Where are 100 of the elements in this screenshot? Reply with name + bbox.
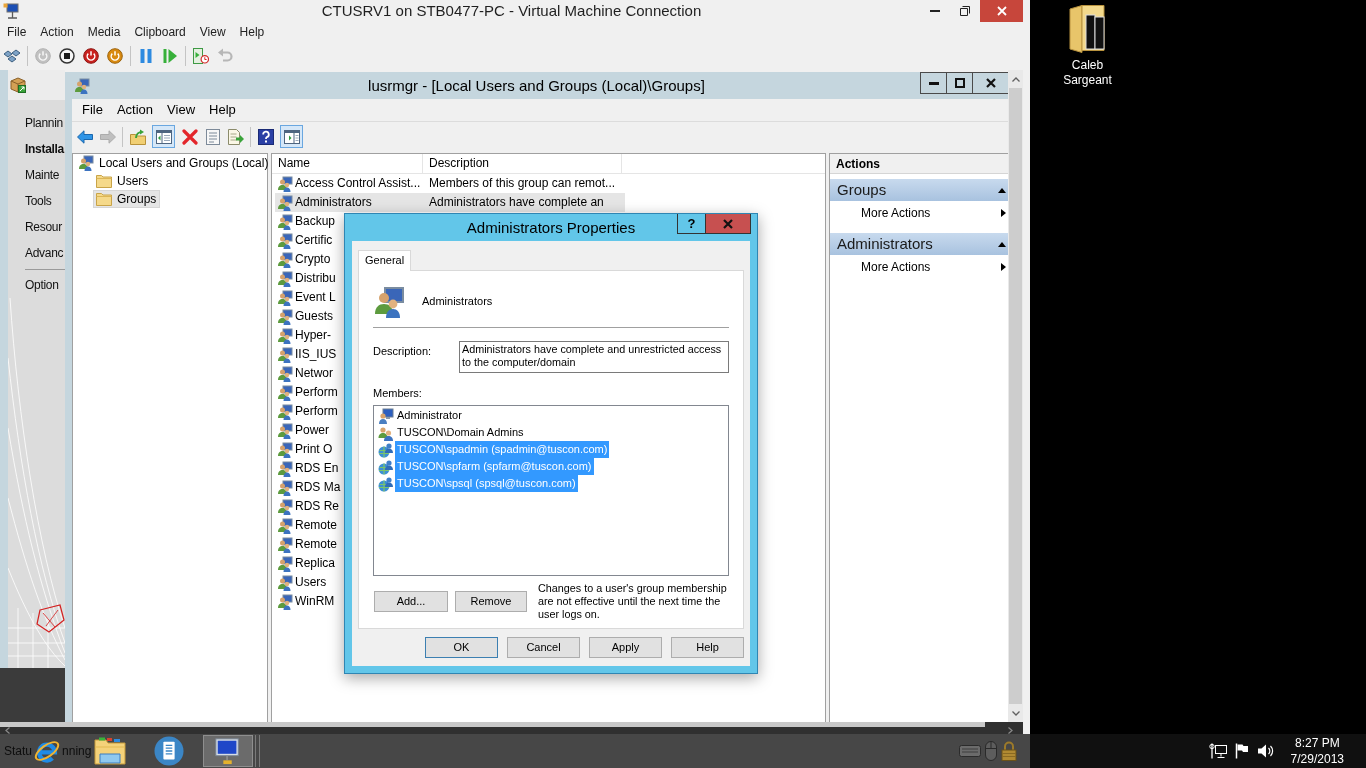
clock[interactable]: 8:27 PM 7/29/2013 [1290,735,1344,767]
users-computer-icon [74,77,90,94]
menu-item[interactable]: Clipboard [127,24,193,40]
group-name: Administrators [295,195,372,210]
group-row[interactable]: Networ [275,364,335,383]
group-icon [277,194,293,211]
group-row[interactable]: Power [275,421,331,440]
network-icon[interactable] [1208,743,1227,759]
folder-icon[interactable] [1067,5,1108,55]
menu-item[interactable]: View [192,24,233,40]
users-icon [378,424,394,441]
group-row[interactable]: Print O [275,440,335,459]
group-row[interactable]: Remote [275,535,340,554]
desktop-icon-label[interactable]: Caleb Sargeant [1057,58,1118,88]
taskbar-button[interactable] [92,735,129,767]
scroll-down-icon[interactable] [1011,710,1020,716]
minimize-button[interactable] [920,72,947,94]
sidebar-item[interactable]: Installa [8,136,64,162]
tree-item[interactable]: Groups [93,190,161,208]
group-row[interactable]: Access Control Assist... Members of this group can remot... [275,174,625,193]
group-row[interactable]: RDS En [275,459,341,478]
group-icon [277,327,293,344]
horizontal-scrollbar[interactable] [0,722,1023,734]
sidebar-item[interactable]: Mainte [8,162,60,188]
group-icon [277,289,293,306]
group-row[interactable]: Administrators Administrators have complete an [275,193,625,212]
menu-item[interactable]: Help [232,24,272,40]
column-header[interactable]: Description [423,154,622,173]
remove-button[interactable]: Remove [455,591,527,612]
column-header[interactable]: Name [272,154,423,173]
group-row[interactable]: Event L [275,288,338,307]
caret-right-icon [1001,209,1006,217]
group-row[interactable]: Users [275,573,329,592]
menu-item[interactable]: File [0,24,34,40]
group-row[interactable]: Distribu [275,269,338,288]
menu-item[interactable]: Action [33,24,81,40]
description-field[interactable]: Administrators have complete and unrestricted access to the computer/domain [459,341,729,373]
action-link[interactable]: More Actions [830,201,1008,225]
group-row[interactable]: Guests [275,307,335,326]
section-header[interactable]: Administrators [830,233,1008,255]
group-row[interactable]: Backup [275,212,338,231]
group-icon [277,574,293,591]
dialog-button[interactable]: Cancel [507,637,580,658]
sidebar-item[interactable]: Resour [8,214,62,240]
group-row[interactable]: RDS Ma [275,478,343,497]
sidebar-item[interactable]: Option [8,272,59,298]
menu-item[interactable]: Media [80,24,128,40]
dialog-button[interactable]: Help [671,637,744,658]
group-row[interactable]: Perform [275,383,340,402]
group-row[interactable]: Perform [275,402,340,421]
member-item[interactable]: TUSCON\Domain Admins [395,424,526,441]
group-row[interactable]: Certific [275,231,335,250]
group-icon [277,479,293,496]
menu-item[interactable]: Help [202,102,243,118]
vertical-scrollbar[interactable] [1008,70,1023,722]
user-globe-icon [378,475,394,492]
group-name: Certific [295,233,333,248]
scroll-right-icon[interactable] [1008,727,1013,734]
user-globe-icon [378,458,394,475]
group-name: Administrators [422,295,493,309]
caret-up-icon [998,241,1006,247]
menu-item[interactable]: View [160,102,203,118]
section-header[interactable]: Groups [830,179,1008,201]
caret-right-icon [1001,263,1006,271]
field-label: Description: [373,344,433,359]
sidebar-item[interactable]: Tools [8,188,52,214]
speaker-icon[interactable] [1256,743,1275,759]
add-button[interactable]: Add... [374,591,448,612]
package-icon [10,77,26,93]
maximize-button[interactable] [946,72,973,94]
sidebar-item[interactable]: Plannin [8,110,63,136]
action-link[interactable]: More Actions [830,255,1008,279]
group-name: Remote [295,518,338,533]
member-item[interactable]: Administrator [395,407,464,424]
dialog-button[interactable]: OK [425,637,498,658]
group-icon [277,403,293,420]
scrollbar-thumb[interactable] [1009,88,1022,704]
flag-icon[interactable] [1234,743,1249,759]
dialog-button[interactable]: Apply [589,637,662,658]
tree-item[interactable]: Local Users and Groups (Local) [75,154,273,172]
group-row[interactable]: Replica [275,554,338,573]
group-row[interactable]: Remote [275,516,340,535]
menu-item[interactable]: File [75,102,110,118]
scroll-up-icon[interactable] [1011,76,1020,82]
scroll-left-icon[interactable] [5,727,10,734]
group-row[interactable]: Hyper- [275,326,333,345]
user-globe-icon [378,441,394,458]
group-row[interactable]: WinRM [275,592,337,611]
members-list[interactable]: Administrator TUSCON\Domain Admins TUSCON\spadmin (spadmin@tuscon.com) TUSCON\spfarm (spfarm@tuscon.com) TUSCON\spsql (spsql@tuscon.com) [373,405,729,576]
group-icon [277,175,293,192]
caret-up-icon [998,187,1006,193]
scrollbar-thumb[interactable] [0,722,985,727]
tree-item[interactable]: Users [93,172,153,190]
menu-item[interactable]: Action [109,102,161,118]
group-row[interactable]: RDS Re [275,497,341,516]
taskbar-button[interactable] [203,735,254,767]
sidebar-item[interactable]: Advanc [8,240,64,266]
group-row[interactable]: IIS_IUS [275,345,339,364]
tab[interactable]: General [358,250,412,271]
group-row[interactable]: Crypto [275,250,333,269]
